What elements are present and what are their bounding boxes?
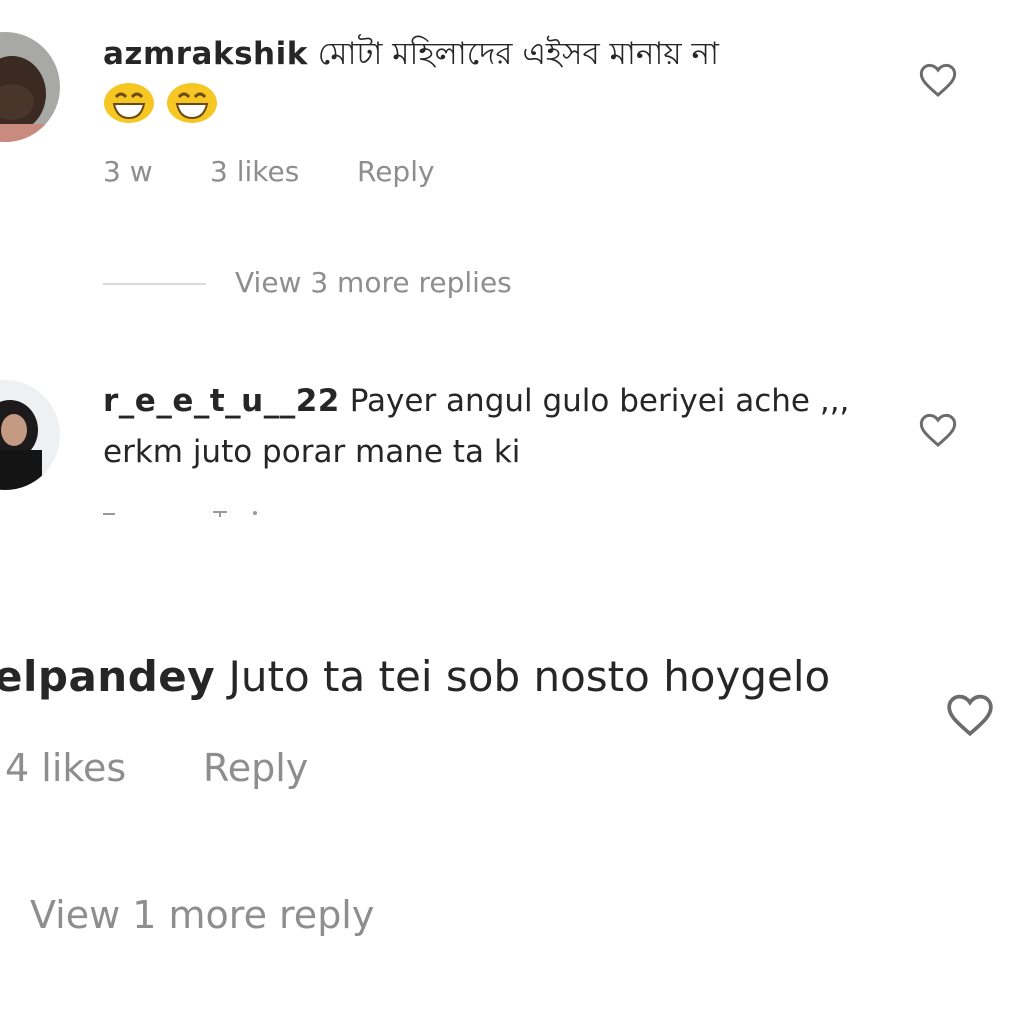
avatar[interactable] <box>0 32 60 142</box>
heart-outline-icon[interactable] <box>918 410 958 450</box>
avatar[interactable] <box>0 380 60 490</box>
reply-button[interactable]: Reply <box>357 155 435 188</box>
view-replies-button[interactable]: View 3 more replies <box>235 266 512 299</box>
reply-button[interactable]: Reply <box>203 746 308 790</box>
username[interactable]: azmrakshik <box>103 36 308 72</box>
comment-text: r_e_e_t_u__22 Payer angul gulo beriyei a… <box>103 383 849 419</box>
grinning-squinting-face-icon <box>103 82 155 128</box>
comment-body: Payer angul gulo beriyei ache ,,, <box>349 383 850 419</box>
comment-body-continued: erkm juto porar mane ta ki <box>103 434 521 470</box>
cut-off-meta-row <box>103 509 283 517</box>
comment-text: azmrakshik মোটা মহিলাদের এইসব মানায় না <box>103 30 719 82</box>
comment-text: elpandey Juto ta tei sob nosto hoygelo <box>0 652 830 701</box>
heart-outline-icon[interactable] <box>945 690 995 740</box>
view-replies-button[interactable]: View 1 more reply <box>30 893 374 937</box>
comment-body: Juto ta tei sob nosto hoygelo <box>228 652 831 701</box>
like-count[interactable]: 4 likes <box>5 746 126 790</box>
timestamp: 3 w <box>103 155 153 188</box>
heart-outline-icon[interactable] <box>918 60 958 100</box>
username[interactable]: elpandey <box>0 652 215 701</box>
comment-body: মোটা মহিলাদের এইসব মানায় না <box>317 36 719 72</box>
emoji-row <box>103 82 224 128</box>
divider <box>103 283 206 285</box>
grinning-squinting-face-icon <box>166 82 218 128</box>
username[interactable]: r_e_e_t_u__22 <box>103 383 340 419</box>
like-count[interactable]: 3 likes <box>210 155 299 188</box>
